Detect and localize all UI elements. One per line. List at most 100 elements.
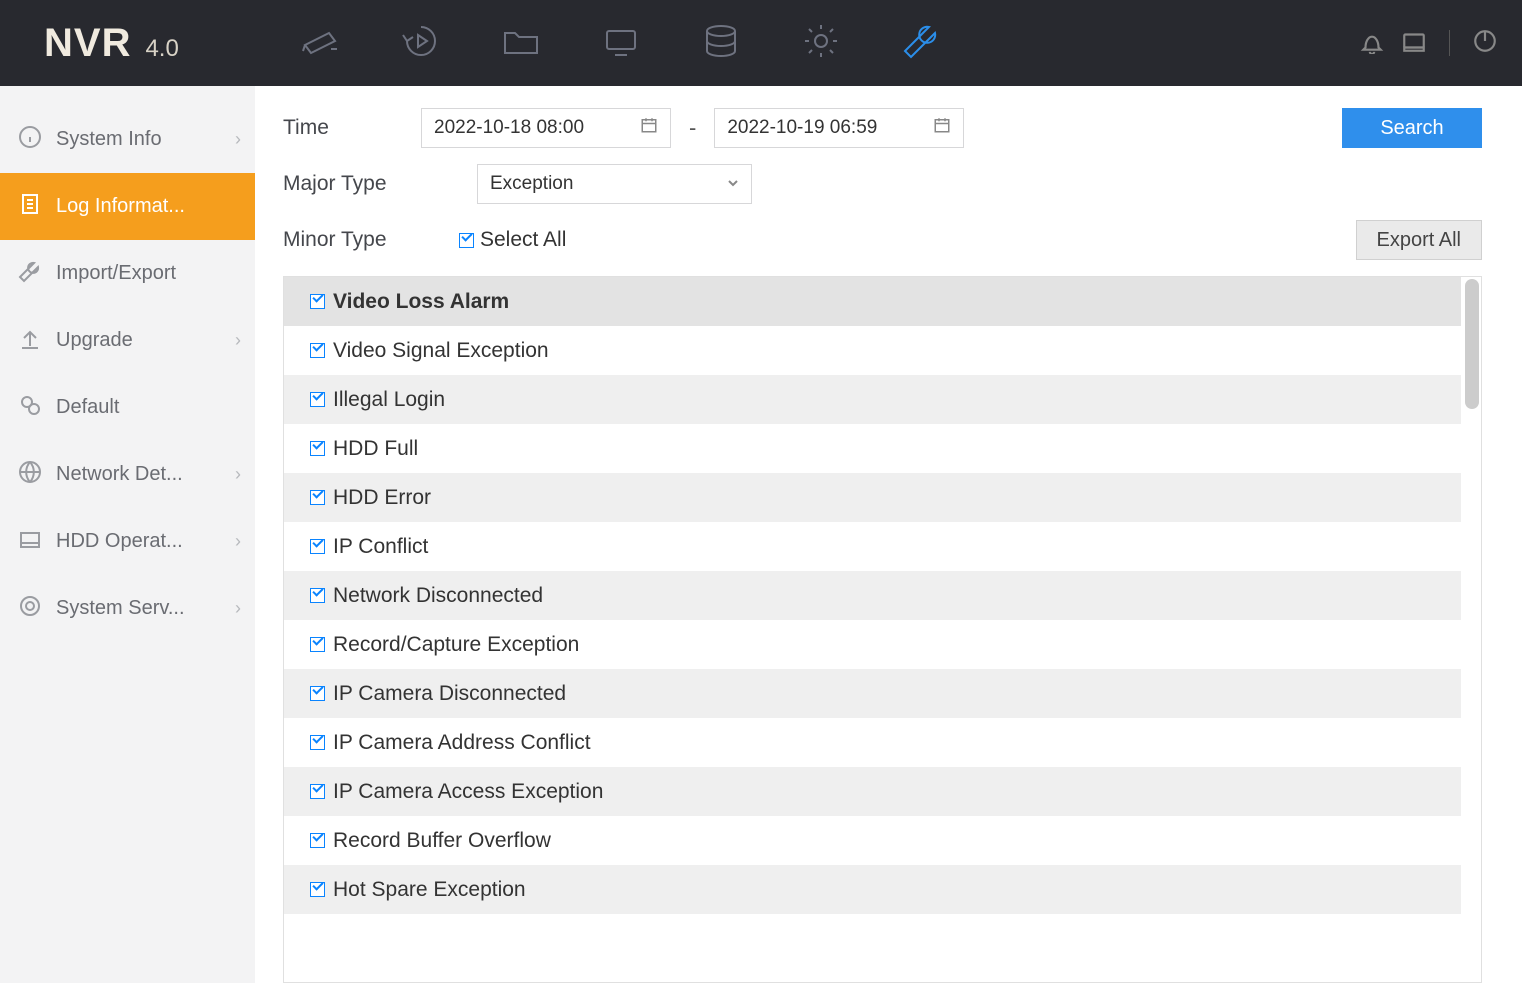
checkbox-icon (310, 784, 325, 799)
power-icon[interactable] (1472, 28, 1498, 59)
nav-files[interactable] (499, 21, 543, 65)
gear-icon (801, 21, 841, 66)
time-label: Time (283, 116, 403, 140)
sidebar-item-label: System Serv... (56, 597, 185, 620)
minor-type-label: HDD Error (333, 486, 431, 510)
minor-type-label: Record/Capture Exception (333, 633, 579, 657)
playback-icon (401, 21, 441, 66)
brand-version: 4.0 (145, 35, 178, 63)
sidebar-item-import-export[interactable]: Import/Export (0, 240, 255, 307)
sidebar-item-system-info[interactable]: System Info › (0, 106, 255, 173)
hdd-icon[interactable] (1401, 28, 1427, 59)
minor-type-row[interactable]: Illegal Login (284, 375, 1461, 424)
sidebar-item-label: Network Det... (56, 463, 183, 486)
minor-type-row[interactable]: Record Buffer Overflow (284, 816, 1461, 865)
minor-type-label: Hot Spare Exception (333, 878, 526, 902)
app-header: NVR 4.0 (0, 0, 1522, 86)
checkbox-icon (310, 882, 325, 897)
nav-display[interactable] (599, 21, 643, 65)
major-type-value: Exception (490, 173, 573, 195)
checkbox-icon (310, 294, 325, 309)
minor-type-row[interactable]: HDD Error (284, 473, 1461, 522)
chevron-right-icon: › (235, 531, 241, 552)
major-type-label: Major Type (283, 172, 459, 196)
wrench-small-icon (18, 259, 42, 289)
checkbox-icon (310, 392, 325, 407)
time-range-separator: - (689, 115, 696, 141)
checkbox-icon (310, 343, 325, 358)
checkbox-icon (310, 735, 325, 750)
start-time-input[interactable]: 2022-10-18 08:00 (421, 108, 671, 148)
minor-type-row[interactable]: IP Camera Address Conflict (284, 718, 1461, 767)
minor-type-label: IP Camera Address Conflict (333, 731, 591, 755)
brand-name: NVR (44, 21, 131, 66)
filter-time-row: Time 2022-10-18 08:00 - 2022-10-19 06:59… (283, 108, 1482, 148)
chevron-right-icon: › (235, 598, 241, 619)
minor-type-row[interactable]: Video Signal Exception (284, 326, 1461, 375)
minor-type-row[interactable]: HDD Full (284, 424, 1461, 473)
end-time-value: 2022-10-19 06:59 (727, 117, 877, 139)
main-nav (299, 21, 943, 65)
sidebar-item-default[interactable]: Default (0, 374, 255, 441)
checkbox-icon (310, 588, 325, 603)
minor-type-row[interactable]: Hot Spare Exception (284, 865, 1461, 914)
major-type-select[interactable]: Exception (477, 164, 752, 204)
nav-settings[interactable] (799, 21, 843, 65)
minor-type-label: Network Disconnected (333, 584, 543, 608)
sidebar: System Info › Log Informat... Import/Exp… (0, 86, 255, 983)
search-button[interactable]: Search (1342, 108, 1482, 148)
minor-type-label: IP Camera Disconnected (333, 682, 566, 706)
minor-type-row[interactable]: Record/Capture Exception (284, 620, 1461, 669)
minor-type-row[interactable]: IP Camera Disconnected (284, 669, 1461, 718)
select-all-checkbox[interactable]: Select All (459, 228, 566, 252)
minor-type-label: Minor Type (283, 228, 459, 252)
chevron-right-icon: › (235, 464, 241, 485)
sidebar-item-upgrade[interactable]: Upgrade › (0, 307, 255, 374)
nav-camera[interactable] (299, 21, 343, 65)
sidebar-item-log-information[interactable]: Log Informat... (0, 173, 255, 240)
nav-storage[interactable] (699, 21, 743, 65)
minor-type-row[interactable]: Video Loss Alarm (284, 277, 1461, 326)
bell-icon[interactable] (1359, 28, 1385, 59)
main-content: Time 2022-10-18 08:00 - 2022-10-19 06:59… (255, 86, 1522, 983)
sidebar-item-label: Upgrade (56, 329, 133, 352)
minor-type-label: HDD Full (333, 437, 418, 461)
sidebar-item-label: Log Informat... (56, 195, 185, 218)
minor-type-row[interactable]: IP Conflict (284, 522, 1461, 571)
hdd-small-icon (18, 527, 42, 557)
checkbox-icon (310, 833, 325, 848)
chevron-right-icon: › (235, 330, 241, 351)
calendar-icon (933, 116, 951, 140)
wrench-icon (901, 21, 941, 66)
sidebar-item-label: Default (56, 396, 119, 419)
sidebar-item-network-detection[interactable]: Network Det... › (0, 441, 255, 508)
sidebar-item-label: HDD Operat... (56, 530, 183, 553)
sidebar-item-system-service[interactable]: System Serv... › (0, 575, 255, 642)
system-icons (1359, 28, 1498, 59)
minor-type-label: IP Conflict (333, 535, 428, 559)
minor-type-row[interactable]: IP Camera Access Exception (284, 767, 1461, 816)
display-icon (601, 21, 641, 66)
sidebar-item-hdd-operation[interactable]: HDD Operat... › (0, 508, 255, 575)
filter-major-row: Major Type Exception (283, 164, 1482, 204)
minor-type-label: Video Loss Alarm (333, 290, 509, 314)
scrollbar[interactable] (1465, 279, 1479, 409)
checkbox-icon (310, 686, 325, 701)
log-icon (18, 192, 42, 222)
minor-type-label: Video Signal Exception (333, 339, 549, 363)
minor-type-row[interactable]: Network Disconnected (284, 571, 1461, 620)
end-time-input[interactable]: 2022-10-19 06:59 (714, 108, 964, 148)
storage-icon (701, 21, 741, 66)
nav-playback[interactable] (399, 21, 443, 65)
chevron-right-icon: › (235, 129, 241, 150)
chevron-down-icon (727, 173, 739, 195)
minor-type-label: Record Buffer Overflow (333, 829, 551, 853)
export-all-button[interactable]: Export All (1356, 220, 1482, 260)
minor-type-list: Video Loss Alarm Video Signal Exception Il… (283, 276, 1482, 983)
minor-type-label: Illegal Login (333, 388, 445, 412)
minor-type-label: IP Camera Access Exception (333, 780, 603, 804)
nav-tools[interactable] (899, 21, 943, 65)
checkbox-icon (310, 539, 325, 554)
brand: NVR 4.0 (44, 21, 179, 66)
sidebar-item-label: Import/Export (56, 262, 176, 285)
